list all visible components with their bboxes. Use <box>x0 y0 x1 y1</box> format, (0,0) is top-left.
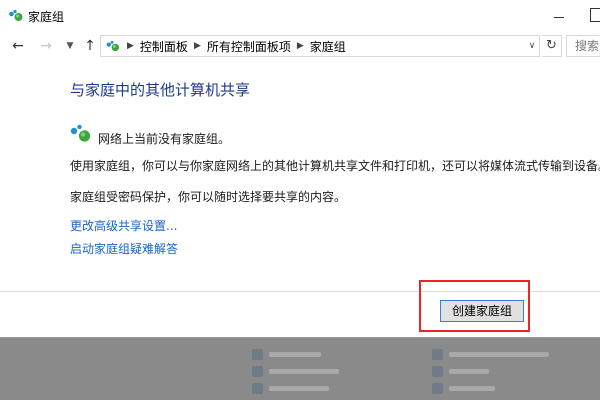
background-list-right <box>432 346 582 397</box>
arrow-right-icon[interactable]: → <box>38 37 54 55</box>
homegroup-icon <box>9 9 23 21</box>
create-homegroup-button[interactable]: 创建家庭组 <box>440 300 524 322</box>
address-bar[interactable]: ▶ 控制面板 ▶ 所有控制面板项 ▶ 家庭组 <box>100 35 540 57</box>
breadcrumb-all-items[interactable]: 所有控制面板项 <box>207 38 291 55</box>
search-input[interactable]: 搜索 <box>566 35 600 57</box>
page-title: 与家庭中的其他计算机共享 <box>70 81 251 99</box>
description-paragraph: 使用家庭组，你可以与你家庭网络上的其他计算机共享文件和打印机，还可以将媒体流式传… <box>70 159 600 173</box>
chevron-right-icon[interactable]: ▶ <box>127 41 134 51</box>
homegroup-window: 家庭组 ← → ▼ ↑ ▶ 控制面板 ▶ 所有控制面板项 ▶ 家庭组 ∨ ↻ 搜… <box>0 0 600 338</box>
maximize-button[interactable] <box>590 8 600 22</box>
homegroup-icon <box>70 124 91 142</box>
minimize-button[interactable] <box>552 12 566 22</box>
arrow-up-icon[interactable]: ↑ <box>82 37 98 55</box>
chevron-right-icon[interactable]: ▶ <box>194 41 201 51</box>
status-text: 网络上当前没有家庭组。 <box>98 132 231 146</box>
breadcrumb-control-panel[interactable]: 控制面板 <box>140 38 188 55</box>
chevron-down-icon[interactable]: ∨ <box>525 37 539 55</box>
breadcrumb-homegroup[interactable]: 家庭组 <box>310 38 346 55</box>
advanced-sharing-link[interactable]: 更改高级共享设置... <box>70 217 177 234</box>
arrow-left-icon[interactable]: ← <box>10 37 26 55</box>
background-list-left <box>252 346 402 397</box>
chevron-right-icon[interactable]: ▶ <box>297 41 304 51</box>
window-title: 家庭组 <box>28 10 65 24</box>
troubleshoot-link[interactable]: 启动家庭组疑难解答 <box>70 240 178 257</box>
password-note: 家庭组受密码保护，你可以随时选择要共享的内容。 <box>70 190 347 204</box>
address-row: ← → ▼ ↑ ▶ 控制面板 ▶ 所有控制面板项 ▶ 家庭组 ∨ ↻ 搜索 <box>0 33 600 59</box>
homegroup-icon <box>106 40 120 51</box>
title-bar: 家庭组 <box>0 0 600 32</box>
refresh-icon[interactable]: ↻ <box>542 35 562 57</box>
chevron-down-icon[interactable]: ▼ <box>62 37 78 55</box>
